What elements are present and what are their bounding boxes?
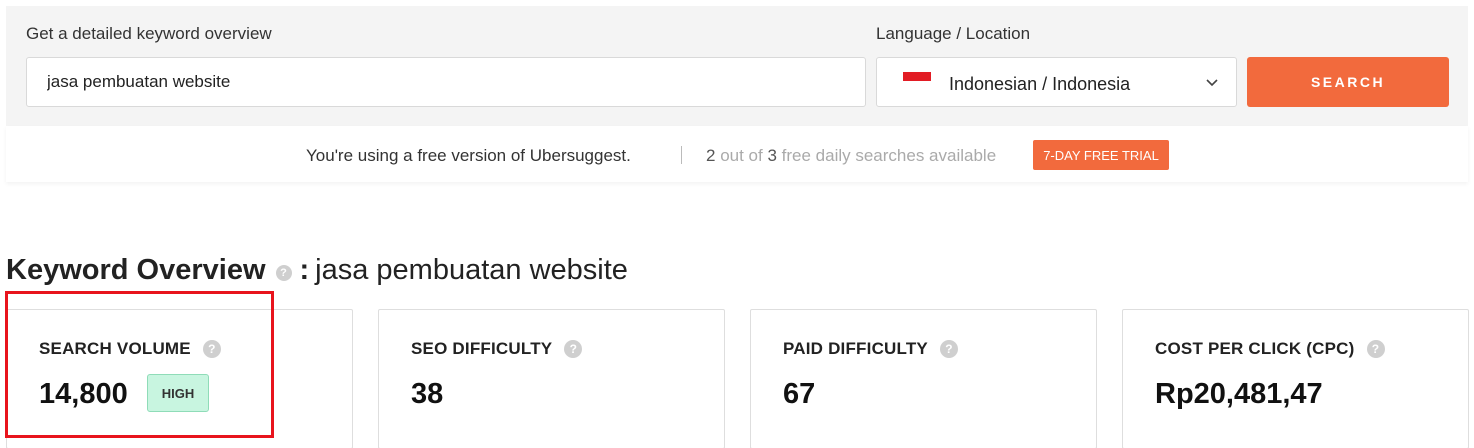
- help-icon[interactable]: ?: [1366, 340, 1385, 358]
- searches-out-of: out of: [715, 146, 768, 165]
- search-volume-card: SEARCH VOLUME ? 14,800 HIGH: [6, 309, 353, 448]
- help-icon[interactable]: ?: [275, 264, 292, 281]
- notice-divider: [681, 146, 682, 164]
- search-panel: Get a detailed keyword overview Language…: [6, 6, 1468, 126]
- keyword-input[interactable]: [26, 57, 866, 107]
- language-value: Indonesian / Indonesia: [949, 74, 1131, 94]
- keyword-label: Get a detailed keyword overview: [26, 24, 272, 43]
- free-version-notice: You're using a free version of Ubersugge…: [6, 126, 1468, 182]
- card-title: COST PER CLICK (CPC): [1155, 339, 1355, 358]
- card-title: PAID DIFFICULTY: [783, 339, 928, 358]
- help-icon[interactable]: ?: [939, 340, 958, 358]
- seo-difficulty-card: SEO DIFFICULTY ? 38: [378, 309, 725, 448]
- chevron-down-icon: [1206, 79, 1218, 87]
- card-title: SEARCH VOLUME: [39, 339, 191, 358]
- paid-difficulty-card: PAID DIFFICULTY ? 67: [750, 309, 1097, 448]
- card-value: 67: [783, 378, 816, 410]
- indonesia-flag-icon: [903, 72, 931, 90]
- language-location-select[interactable]: Indonesian / Indonesia: [876, 57, 1237, 107]
- searches-total: 3: [767, 146, 777, 165]
- overview-colon: :: [299, 254, 310, 286]
- help-icon[interactable]: ?: [564, 340, 583, 358]
- volume-badge: HIGH: [147, 374, 209, 412]
- card-title: SEO DIFFICULTY: [411, 339, 553, 358]
- search-button[interactable]: SEARCH: [1247, 57, 1449, 107]
- card-value: 38: [411, 378, 444, 410]
- free-version-text: You're using a free version of Ubersugge…: [306, 146, 631, 165]
- language-label: Language / Location: [876, 24, 1031, 43]
- help-icon[interactable]: ?: [202, 340, 221, 358]
- overview-title: Keyword Overview: [6, 254, 266, 286]
- free-trial-button[interactable]: 7-DAY FREE TRIAL: [1033, 140, 1169, 170]
- keyword-overview-heading: Keyword Overview ? : jasa pembuatan webs…: [6, 254, 628, 287]
- card-value: 14,800: [39, 378, 128, 410]
- cpc-card: COST PER CLICK (CPC) ? Rp20,481,47: [1122, 309, 1469, 448]
- overview-keyword: jasa pembuatan website: [315, 254, 628, 286]
- card-value: Rp20,481,47: [1155, 378, 1323, 410]
- daily-searches-info: 2 out of 3 free daily searches available: [706, 146, 996, 166]
- searches-suffix: free daily searches available: [776, 146, 997, 165]
